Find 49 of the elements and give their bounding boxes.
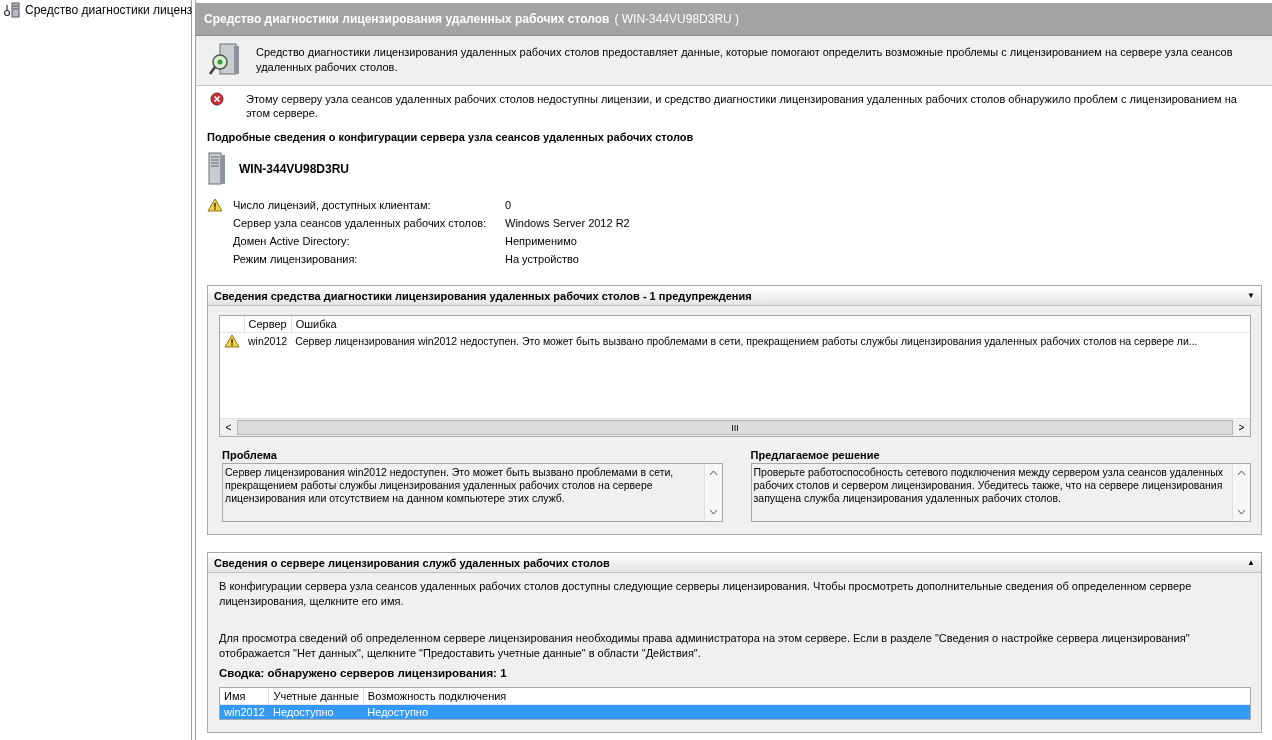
server-magnifier-icon <box>208 42 242 78</box>
property-value: 0 <box>505 199 512 211</box>
error-message: Этому серверу узла сеансов удаленных рабочих столов недоступны лицензии, и средство диагностики лицензирования удаленных рабочих столов обнаружило проблем с лицензированием на этом сервере. <box>246 92 1238 120</box>
caret-button[interactable]: ▼ <box>1247 291 1255 300</box>
field-label: Предлагаемое решение <box>750 449 881 461</box>
property-label: Число лицензий, доступных клиентам: <box>233 199 432 211</box>
column-header[interactable]: Учетные данные <box>269 688 364 705</box>
property-value: На устройство <box>505 253 579 265</box>
column-header[interactable]: Ошибка <box>291 316 1250 333</box>
vertical-scrollbar[interactable] <box>703 464 722 521</box>
description-text: Средство диагностики лицензирования удаленных рабочих столов предоставляет данные, которые помогают определить возможные проблемы с лицензированием на сервере узла сеансов удаленных рабочих столов. <box>256 45 1234 75</box>
section-title: Сведения средства диагностики лицензирования удаленных рабочих столов - 1 предупреждения <box>214 289 752 302</box>
scroll-right-button[interactable]: > <box>1233 419 1250 436</box>
vertical-scrollbar[interactable] <box>1232 464 1250 521</box>
key-server-icon <box>3 2 21 18</box>
section-title: Сведения о сервере лицензирования служб удаленных рабочих столов <box>214 556 610 569</box>
server-label: ( WIN-344VU98D3RU ) <box>614 12 740 26</box>
note-text: Для просмотра сведений об определенном сервере лицензирования необходимы права администратора на этом сервере. Если в разделе "Сведения о настройке сервера лицензирования" отображается "Нет данных", щелкните "Предоставить учетные данные" в области "Действия". <box>219 631 1191 661</box>
property-value: Windows Server 2012 R2 <box>505 217 630 229</box>
error-icon <box>210 92 224 106</box>
scroll-up-icon <box>1237 470 1246 476</box>
field-label: Проблема <box>222 449 278 461</box>
scroll-up-icon <box>708 470 718 476</box>
scroll-left-button[interactable]: < <box>220 419 237 436</box>
property-label: Сервер узла сеансов удаленных рабочих столов: <box>233 217 488 229</box>
column-header[interactable]: Сервер <box>244 316 292 333</box>
scroll-down-icon <box>1237 509 1246 515</box>
scroll-down-icon <box>708 509 718 515</box>
column-header[interactable]: Имя <box>220 688 269 705</box>
scroll-thumb[interactable]: III <box>237 420 1233 435</box>
property-label: Домен Active Directory: <box>233 235 351 247</box>
intro-text: В конфигурации сервера узла сеансов удаленных рабочих столов доступны следующие серверы лицензирования. Чтобы просмотреть дополнительные сведения об определенном сервере лицензирования, щелкните его имя. <box>219 579 1193 609</box>
server-icon <box>207 152 227 186</box>
text-area[interactable]: Проверьте работоспособность сетевого подключения между сервером узла сеансов удаленных рабочих столов и сервером лицензирования. Убедитесь также, что на сервере лицензирования запущена служба лицензирования удаленных рабочих столов. <box>750 463 1251 522</box>
horizontal-scrollbar[interactable]: < III > <box>220 418 1250 436</box>
table-cell: Сервер лицензирования win2012 недоступен. Это может быть вызвано проблемами в сети, прекращением работы службы лицензирования удаленных рабочих столов на сервере ли... <box>291 332 1250 349</box>
property-value: Неприменимо <box>505 235 577 247</box>
column-header[interactable]: Возможность подключения <box>363 688 1250 705</box>
table-row[interactable]: win2012 Сервер лицензирования win2012 недоступен. Это может быть вызвано проблемами в сети, прекращением работы службы лицензирования удаленных рабочих столов на сервере ли... <box>220 332 1250 349</box>
text-area[interactable]: Сервер лицензирования win2012 недоступен. Это может быть вызвано проблемами в сети, прекращением работы службы лицензирования удаленных рабочих столов на сервере лицензирования или отсутствием на данном компьютере этих служб. <box>222 463 723 522</box>
table-cell: win2012 <box>244 332 292 349</box>
property-label: Режим лицензирования: <box>233 253 359 265</box>
column-header <box>220 316 244 333</box>
section-heading: Подробные сведения о конфигурации сервера узла сеансов удаленных рабочих столов <box>207 131 695 143</box>
summary-heading: Сводка: обнаружено серверов лицензирования: 1 <box>219 667 508 679</box>
caret-button[interactable]: ▲ <box>1247 558 1255 567</box>
sidebar-item[interactable]: Средство диагностики лиценз <box>0 0 191 20</box>
server-name: WIN-344VU98D3RU <box>239 162 350 176</box>
window-title: Средство диагностики лицензирования удаленных рабочих столов <box>204 12 610 26</box>
